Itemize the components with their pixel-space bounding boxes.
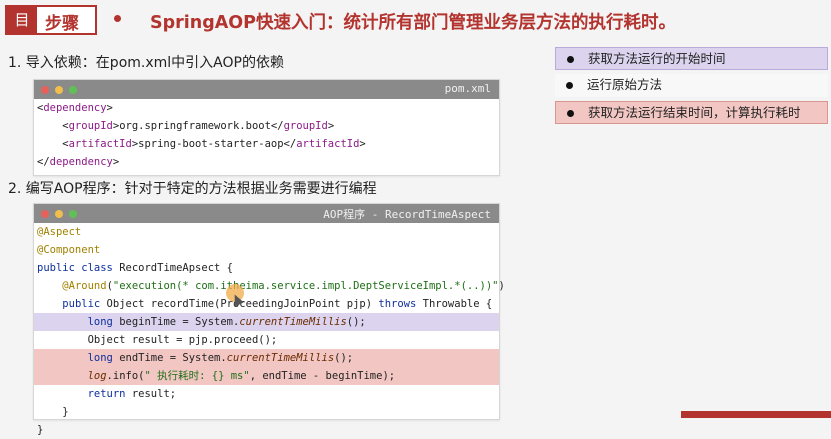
code-line-highlight-end: long endTime = System.currentTimeMillis(…	[34, 349, 499, 367]
code-line: <dependency>	[37, 102, 113, 114]
header: 目 步骤 SpringAOP快速入门：统计所有部门管理业务层方法的执行耗时。	[0, 0, 831, 44]
legend-label: 运行原始方法	[587, 77, 663, 92]
code-line: </dependency>	[37, 156, 120, 168]
section2-title: 2. 编写AOP程序：针对于特定的方法根据业务需要进行编程	[8, 181, 377, 197]
bullet-dot	[567, 56, 574, 63]
code-line-highlight-end: log.info(" 执行耗时: {} ms", endTime - begin…	[34, 367, 499, 385]
bullet-dot	[114, 15, 121, 22]
code-line-highlight-start: long beginTime = System.currentTimeMilli…	[34, 313, 499, 331]
close-dot-icon	[41, 210, 49, 218]
code-line: Object result = pjp.proceed();	[87, 334, 278, 346]
code-titlebar-label: AOP程序 - RecordTimeAspect	[323, 208, 491, 221]
code-line: @Around("execution(* com.itheima.service…	[62, 280, 505, 292]
maximize-dot-icon	[69, 86, 77, 94]
step-badge: 目 步骤	[5, 5, 97, 35]
minimize-dot-icon	[55, 210, 63, 218]
document-icon: 目	[7, 7, 37, 33]
code-titlebar: pom.xml	[34, 80, 499, 99]
legend-end-time: 获取方法运行结束时间，计算执行耗时	[555, 101, 828, 124]
aop-code-box: AOP程序 - RecordTimeAspect @Aspect @Compon…	[33, 203, 505, 436]
code-line: <artifactId>spring-boot-starter-aop</art…	[37, 138, 366, 150]
code-line: <groupId>org.springframework.boot</group…	[37, 120, 335, 132]
bullet-dot	[567, 110, 574, 117]
legend-label: 获取方法运行结束时间，计算执行耗时	[588, 105, 801, 120]
code-line: public class RecordTimeApsect {	[37, 262, 233, 274]
minimize-dot-icon	[55, 86, 63, 94]
code-line: @Aspect	[37, 226, 82, 238]
section1-title: 1. 导入依赖：在pom.xml中引入AOP的依赖	[8, 55, 284, 71]
legend-proceed: 运行原始方法	[555, 74, 828, 97]
maximize-dot-icon	[69, 210, 77, 218]
step-label: 步骤	[45, 14, 79, 34]
code-titlebar-label: pom.xml	[444, 82, 491, 95]
code-line: @Component	[37, 244, 101, 256]
bullet-dot	[566, 82, 573, 89]
corner-accent-bar	[681, 411, 831, 418]
close-dot-icon	[41, 86, 49, 94]
code-line: public Object recordTime(ProceedingJoinP…	[62, 298, 493, 310]
code-line: return result;	[87, 388, 177, 400]
legend-label: 获取方法运行的开始时间	[588, 51, 726, 66]
pom-code-box: pom.xml <dependency> <groupId>org.spring…	[33, 79, 500, 176]
page-title: SpringAOP快速入门：统计所有部门管理业务层方法的执行耗时。	[150, 13, 676, 33]
code-line: }	[37, 424, 44, 436]
code-line: }	[62, 406, 69, 418]
legend-start-time: 获取方法运行的开始时间	[555, 47, 828, 70]
code-titlebar: AOP程序 - RecordTimeAspect	[34, 204, 499, 223]
